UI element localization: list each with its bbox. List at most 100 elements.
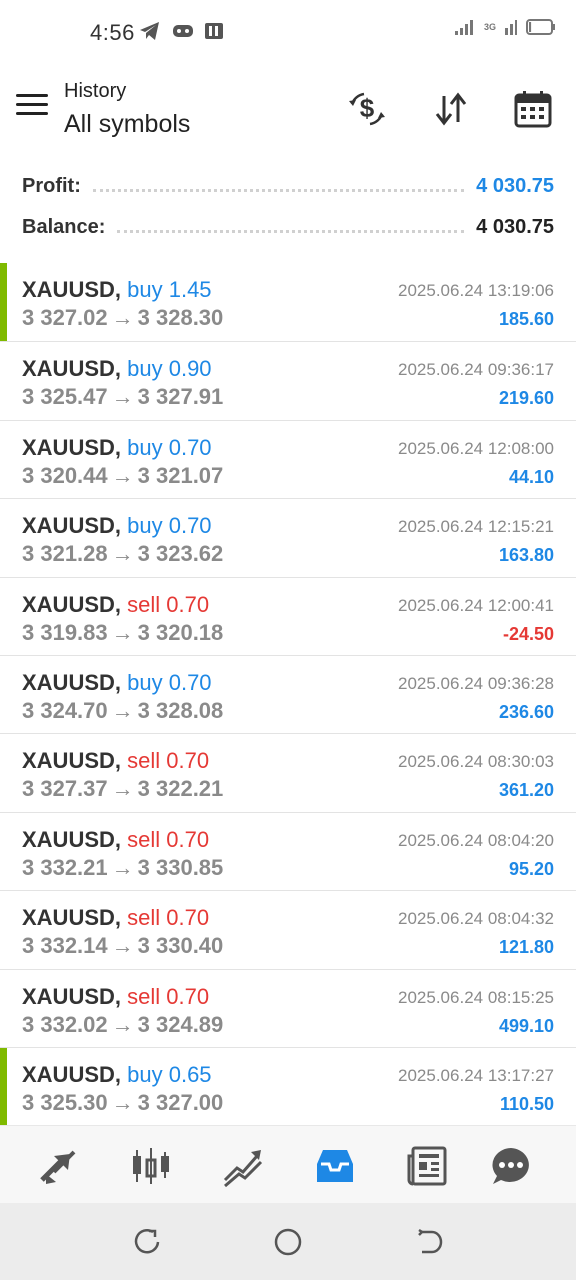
trade-type: buy 1.45	[127, 277, 212, 302]
trade-symbol: XAUUSD, buy 0.70	[22, 513, 212, 539]
close-price: 3 324.89	[137, 1011, 224, 1037]
trade-row[interactable]: XAUUSD, sell 0.70 3 327.37 → 3 322.21 2025…	[0, 733, 576, 811]
trade-time: 2025.06.24 08:30:03	[398, 752, 554, 772]
trade-prices: 3 332.14 → 3 330.40	[22, 933, 223, 959]
trade-symbol-name: XAUUSD,	[22, 669, 122, 695]
trade-history-list[interactable]: XAUUSD, buy 1.45 3 327.02 → 3 328.30 2025.…	[0, 263, 576, 1125]
nav-history[interactable]	[313, 1144, 357, 1188]
trade-time: 2025.06.24 13:19:06	[398, 281, 554, 300]
trade-symbol-name: XAUUSD,	[22, 591, 122, 617]
price-arrow: →	[111, 933, 134, 959]
trade-type: buy 0.70	[127, 434, 212, 460]
nav-news[interactable]	[405, 1144, 449, 1188]
profit-row: Profit: 4 030.75	[22, 168, 554, 204]
trade-prices: 3 327.37 → 3 322.21	[22, 776, 223, 802]
trade-symbol: XAUUSD, buy 0.70	[22, 435, 212, 461]
nav-chart[interactable]	[129, 1144, 173, 1188]
open-price: 3 332.02	[22, 1011, 108, 1037]
trade-symbol-name: XAUUSD,	[22, 356, 122, 382]
recents-icon[interactable]	[133, 1227, 163, 1257]
trade-time: 2025.06.24 08:04:20	[398, 830, 554, 850]
trade-row[interactable]: XAUUSD, sell 0.70 3 332.21 → 3 330.85 2025…	[0, 811, 576, 890]
price-arrow: →	[111, 384, 134, 410]
close-price: 3 322.21	[137, 776, 224, 802]
trade-prices: 3 319.83 → 3 320.18	[22, 620, 223, 646]
price-arrow: →	[111, 854, 134, 880]
home-icon[interactable]	[273, 1227, 303, 1257]
dotted-leader	[117, 229, 465, 233]
sort-icon[interactable]	[430, 88, 472, 130]
trade-row[interactable]: XAUUSD, buy 0.70 3 324.70 → 3 328.08 2025.…	[0, 654, 576, 733]
trade-row[interactable]: XAUUSD, buy 0.90 3 325.47 → 3 327.91 2025.…	[0, 341, 576, 419]
trade-time: 2025.06.24 08:04:32	[398, 909, 554, 929]
chart-icon	[133, 1148, 169, 1184]
app-header: History All symbols $	[0, 64, 576, 154]
history-icon	[317, 1150, 353, 1182]
trade-symbol: XAUUSD, buy 0.90	[22, 356, 212, 382]
profit-value: 4 030.75	[476, 174, 554, 197]
trade-symbol: XAUUSD, sell 0.70	[22, 592, 209, 618]
status-system-icons: 3G	[454, 18, 556, 36]
trade-row[interactable]: XAUUSD, buy 0.65 3 325.30 → 3 327.00 2025.…	[0, 1046, 576, 1125]
trade-profit: 44.10	[508, 466, 554, 487]
trade-time: 2025.06.24 12:08:00	[398, 438, 554, 458]
trade-symbol-name: XAUUSD,	[22, 905, 122, 931]
trade-time: 2025.06.24 13:17:27	[398, 1065, 554, 1085]
trade-icon	[223, 1150, 263, 1188]
trade-prices: 3 325.30 → 3 327.00	[22, 1090, 223, 1116]
trade-row[interactable]: XAUUSD, buy 1.45 3 327.02 → 3 328.30 2025.…	[0, 263, 576, 342]
open-price: 3 320.44	[22, 462, 108, 488]
close-price: 3 327.91	[137, 384, 224, 410]
open-price: 3 321.28	[22, 541, 108, 567]
messages-icon	[492, 1148, 529, 1184]
trade-type: buy 0.65	[127, 1061, 212, 1087]
price-arrow: →	[111, 619, 134, 645]
nav-trade[interactable]	[221, 1144, 265, 1188]
trade-type: sell 0.70	[127, 591, 210, 617]
trade-prices: 3 320.44 → 3 321.07	[22, 463, 223, 489]
price-arrow: →	[111, 462, 134, 488]
app-notification-icon	[205, 23, 223, 39]
calendar-icon[interactable]	[512, 88, 554, 130]
trade-row[interactable]: XAUUSD, sell 0.70 3 332.02 → 3 324.89 2025…	[0, 968, 576, 1047]
currency-exchange-icon[interactable]: $	[346, 88, 388, 130]
trade-row[interactable]: XAUUSD, sell 0.70 3 319.83 → 3 320.18 2025…	[0, 576, 576, 655]
close-price: 3 327.00	[137, 1089, 224, 1115]
nav-quotes[interactable]	[36, 1144, 80, 1188]
trade-time: 2025.06.24 12:00:41	[398, 595, 554, 615]
open-price: 3 319.83	[22, 619, 108, 645]
trade-symbol: XAUUSD, sell 0.70	[22, 984, 209, 1010]
open-price: 3 327.37	[22, 776, 108, 802]
trade-row[interactable]: XAUUSD, sell 0.70 3 332.14 → 3 330.40 2025…	[0, 890, 576, 968]
trade-profit: 361.20	[498, 780, 554, 801]
gamepad-icon	[173, 25, 193, 37]
trade-row[interactable]: XAUUSD, buy 0.70 3 320.44 → 3 321.07 2025.…	[0, 419, 576, 498]
price-arrow: →	[111, 1089, 134, 1115]
trade-type: buy 0.70	[127, 669, 212, 695]
trade-row[interactable]: XAUUSD, buy 0.70 3 321.28 → 3 323.62 2025.…	[0, 498, 576, 576]
bottom-navigation	[0, 1125, 576, 1203]
trade-time: 2025.06.24 12:15:21	[398, 517, 554, 537]
close-price: 3 330.40	[137, 933, 224, 959]
network-type-label: 3G	[483, 22, 496, 32]
trade-symbol-name: XAUUSD,	[22, 513, 122, 539]
balance-value: 4 030.75	[476, 215, 554, 238]
status-bar: 4:56 3G	[0, 0, 576, 64]
trade-type: sell 0.70	[127, 983, 210, 1009]
back-icon[interactable]	[414, 1227, 444, 1257]
trade-symbol-name: XAUUSD,	[22, 826, 122, 852]
menu-icon[interactable]	[16, 94, 48, 120]
close-price: 3 323.62	[137, 541, 224, 567]
price-arrow: →	[111, 776, 134, 802]
price-arrow: →	[111, 541, 134, 567]
account-summary: Profit: 4 030.75 Balance: 4 030.75	[0, 160, 576, 260]
trade-profit: 236.60	[498, 701, 554, 722]
trade-symbol: XAUUSD, sell 0.70	[22, 748, 209, 774]
svg-text:$: $	[360, 93, 375, 123]
close-price: 3 320.18	[137, 619, 224, 645]
trade-prices: 3 324.70 → 3 328.08	[22, 698, 223, 724]
page-title[interactable]: All symbols	[64, 110, 190, 139]
close-price: 3 330.85	[137, 854, 224, 880]
nav-messages[interactable]	[489, 1144, 533, 1188]
open-price: 3 332.21	[22, 854, 108, 880]
